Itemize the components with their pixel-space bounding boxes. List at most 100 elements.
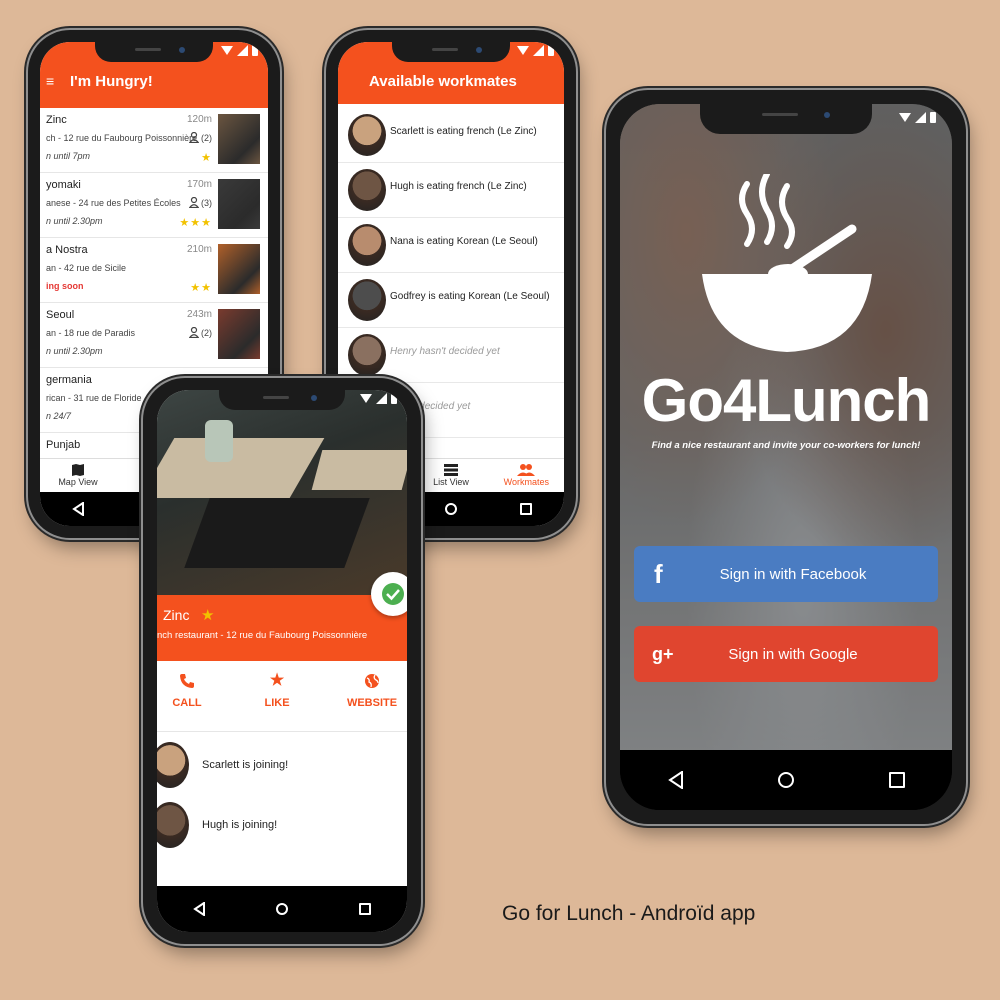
restaurant-row[interactable]: yomaki anese - 24 rue des Petites Écoles n… <box>40 173 268 238</box>
bowl-logo-icon <box>702 174 872 352</box>
select-restaurant-button[interactable] <box>371 572 407 616</box>
avatar <box>348 169 386 211</box>
restaurant-distance: 243m <box>186 309 212 320</box>
map-icon <box>72 464 84 476</box>
restaurant-thumbnail <box>218 114 260 164</box>
workmate-row[interactable]: Nana is eating Korean (Le Seoul) <box>338 218 564 273</box>
workmate-row[interactable]: Scarlett is eating french (Le Zinc) <box>338 108 564 163</box>
workmate-row[interactable]: Hugh is eating french (Le Zinc) <box>338 163 564 218</box>
facebook-signin-button[interactable]: f Sign in with Facebook <box>634 546 938 602</box>
restaurant-address: ch - 12 rue du Faubourg Poissonnière <box>46 133 198 143</box>
restaurant-name: Zinc <box>46 114 67 126</box>
rating-stars: ★★ <box>190 282 212 294</box>
restaurant-hours: n 24/7 <box>46 411 72 421</box>
home-icon[interactable] <box>444 503 457 515</box>
joining-row: Scarlett is joining! <box>157 738 407 796</box>
workmate-count: (2) <box>189 132 212 143</box>
restaurant-row[interactable]: Zinc ch - 12 rue du Faubourg Poissonnière… <box>40 108 268 173</box>
back-icon[interactable] <box>192 902 205 916</box>
recent-apps-icon[interactable] <box>520 503 533 515</box>
workmate-status: Godfrey is eating Korean (Le Seoul) <box>390 291 550 302</box>
restaurant-address: an - 42 rue de Sicile <box>46 263 127 273</box>
status-bar-icons <box>360 393 397 404</box>
workmate-status: Scarlett is eating french (Le Zinc) <box>390 126 537 137</box>
restaurant-hours: ing soon <box>46 281 84 291</box>
home-icon[interactable] <box>777 772 794 788</box>
check-icon <box>382 583 404 605</box>
login-screen: Go4Lunch Find a nice restaurant and invi… <box>620 104 952 810</box>
workmate-row[interactable]: Henry hasn't decided yet <box>338 328 564 383</box>
tab-label: List View <box>433 477 469 487</box>
rating-stars: ★★★ <box>179 217 212 229</box>
restaurant-hours: n until 7pm <box>46 151 91 161</box>
detail-screen: Zinc ★ nch restaurant - 12 rue du Faubou… <box>157 390 407 932</box>
recent-apps-icon[interactable] <box>359 903 372 915</box>
restaurant-thumbnail <box>218 309 260 359</box>
caption: Go for Lunch - Androïd app <box>502 902 756 925</box>
back-icon[interactable] <box>667 771 684 789</box>
people-icon <box>517 464 536 476</box>
system-nav-bar <box>620 750 952 810</box>
workmate-row[interactable]: Godfrey is eating Korean (Le Seoul) <box>338 273 564 328</box>
tab-workmates[interactable]: Workmates <box>489 459 564 493</box>
website-button[interactable]: WEBSITE <box>337 661 407 731</box>
joining-row: Hugh is joining! <box>157 798 407 856</box>
tab-map-view[interactable]: Map View <box>40 459 116 493</box>
avatar <box>157 742 189 788</box>
restaurant-thumbnail <box>218 179 260 229</box>
avatar <box>348 279 386 321</box>
person-icon <box>189 132 199 143</box>
restaurant-name: Seoul <box>46 309 75 321</box>
call-button[interactable]: CALL <box>157 661 217 731</box>
back-icon[interactable] <box>72 502 84 516</box>
phone-login: Go4Lunch Find a nice restaurant and invi… <box>606 90 966 824</box>
workmate-status: Nana is eating Korean (Le Seoul) <box>390 236 538 247</box>
restaurant-address: nch restaurant - 12 rue du Faubourg Pois… <box>157 630 368 641</box>
tab-list-view[interactable]: List View <box>413 459 488 493</box>
status-bar-icons <box>221 45 258 56</box>
restaurant-name: Punjab <box>46 439 81 451</box>
restaurant-hours: n until 2.30pm <box>46 346 103 356</box>
restaurant-photo <box>157 390 407 595</box>
page-title: I'm Hungry! <box>70 73 153 90</box>
restaurant-address: anese - 24 rue des Petites Écoles <box>46 198 181 208</box>
google-signin-button[interactable]: g+ Sign in with Google <box>634 626 938 682</box>
phone-restaurant-detail: Zinc ★ nch restaurant - 12 rue du Faubou… <box>143 378 421 944</box>
restaurant-row[interactable]: a Nostra an - 42 rue de Sicile ing soon 210… <box>40 238 268 303</box>
menu-icon[interactable]: ≡ <box>46 73 54 89</box>
phone-notch <box>700 104 872 134</box>
restaurant-distance: 120m <box>186 114 212 125</box>
avatar <box>157 802 189 848</box>
restaurant-distance: 170m <box>186 179 212 190</box>
phone-notch <box>219 390 345 410</box>
restaurant-name: a Nostra <box>46 244 88 256</box>
list-icon <box>443 464 458 476</box>
avatar <box>348 224 386 266</box>
star-icon: ★ <box>269 672 285 689</box>
status-bar-icons <box>899 112 936 123</box>
phone-icon <box>180 674 194 688</box>
star-icon: ★ <box>201 607 215 624</box>
facebook-icon: f <box>654 558 663 589</box>
rating-stars: ★ <box>201 152 212 164</box>
restaurant-row[interactable]: Seoul an - 18 rue de Paradis n until 2.30p… <box>40 303 268 368</box>
avatar <box>348 114 386 156</box>
app-name: Go4Lunch <box>641 367 932 434</box>
person-icon <box>189 327 199 338</box>
tagline: Find a nice restaurant and invite your c… <box>651 440 921 451</box>
restaurant-header: Zinc ★ nch restaurant - 12 rue du Faubou… <box>157 595 407 661</box>
status-bar-icons <box>517 45 554 56</box>
like-button[interactable]: ★ LIKE <box>242 661 312 731</box>
restaurant-name: germania <box>46 374 92 386</box>
restaurant-thumbnail <box>218 244 260 294</box>
restaurant-name: Zinc <box>163 607 190 623</box>
home-icon[interactable] <box>275 903 288 915</box>
avatar <box>348 334 386 376</box>
recent-apps-icon[interactable] <box>888 772 905 788</box>
tab-label: Map View <box>58 477 98 487</box>
joining-list: Scarlett is joining! Hugh is joining! <box>157 732 407 882</box>
phone-notch <box>392 42 510 62</box>
joining-text: Scarlett is joining! <box>202 759 289 771</box>
restaurant-distance: 210m <box>186 244 212 255</box>
google-plus-icon: g+ <box>652 643 674 664</box>
